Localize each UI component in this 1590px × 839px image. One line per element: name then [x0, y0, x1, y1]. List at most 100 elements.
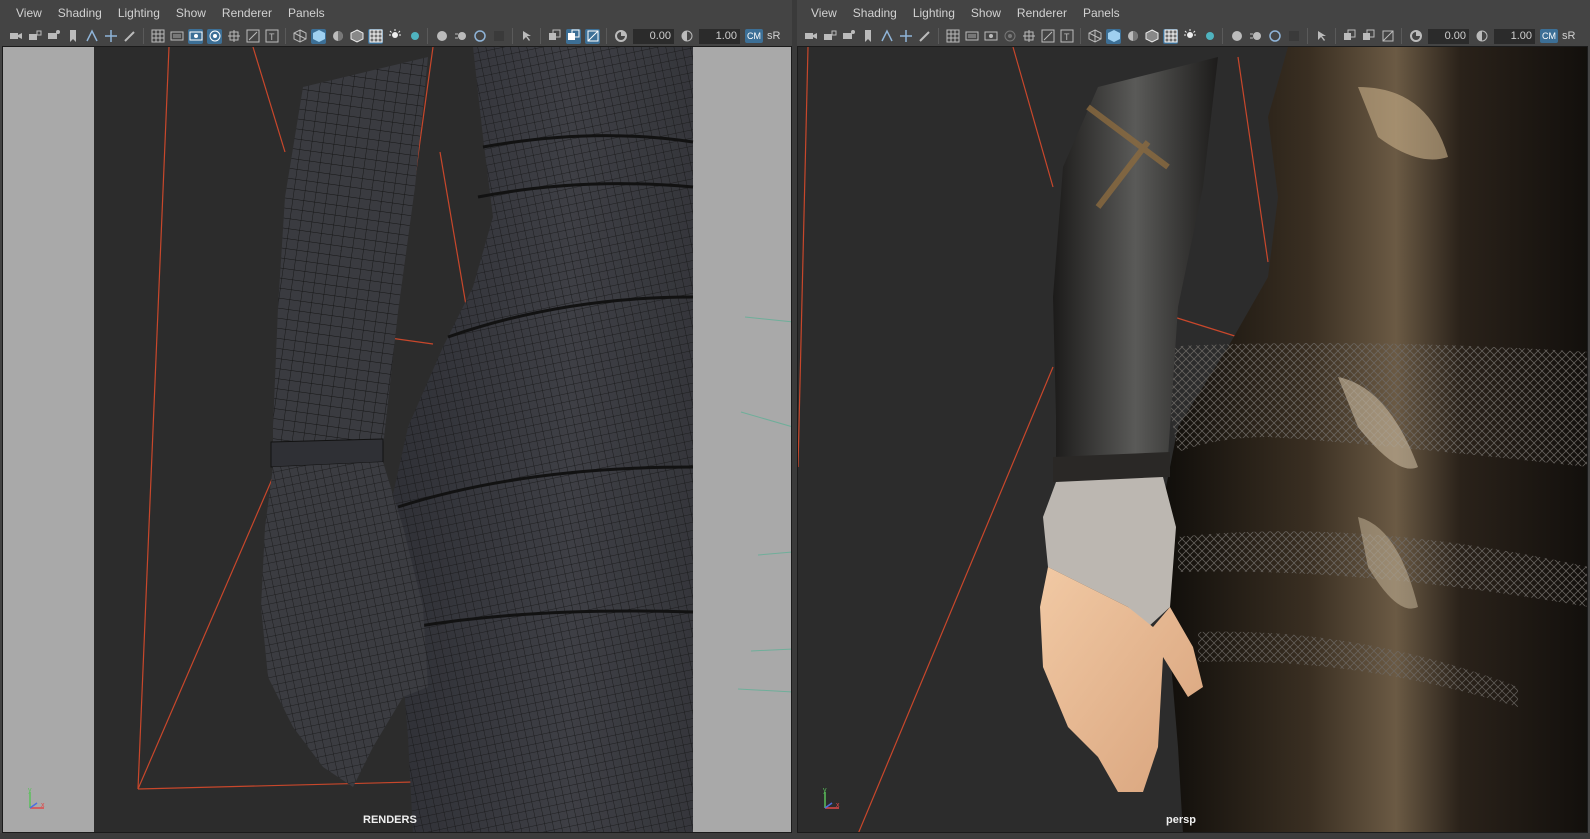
grease-pencil-icon[interactable] — [917, 29, 932, 44]
2d-pan-zoom-icon[interactable] — [103, 29, 118, 44]
camera-name-label: RENDERS — [363, 814, 417, 826]
use-all-lights-icon[interactable] — [387, 29, 402, 44]
camera-attributes-icon[interactable] — [841, 29, 856, 44]
viewport-renders[interactable]: y x RENDERS — [2, 46, 792, 833]
toolbar-divider — [1401, 28, 1402, 44]
view-axis-gizmo: y x — [823, 788, 840, 809]
lock-camera-icon[interactable] — [822, 29, 837, 44]
grease-pencil-icon[interactable] — [122, 29, 137, 44]
menu-lighting[interactable]: Lighting — [905, 0, 963, 26]
viewport-persp[interactable]: y x persp — [797, 46, 1588, 833]
view-transform-label[interactable]: sR — [767, 30, 780, 42]
select-camera-icon[interactable] — [8, 29, 23, 44]
2d-pan-zoom-icon[interactable] — [898, 29, 913, 44]
view-axis-gizmo: y x — [28, 788, 45, 809]
field-chart-icon[interactable] — [226, 29, 241, 44]
isolate-select-icon[interactable] — [519, 29, 534, 44]
select-camera-icon[interactable] — [803, 29, 818, 44]
ambient-occlusion-icon[interactable] — [1229, 29, 1244, 44]
axis-y-label: y — [823, 788, 827, 794]
view-transform-label[interactable]: sR — [1562, 30, 1575, 42]
smooth-shade-icon[interactable] — [1106, 28, 1121, 44]
svg-text:T: T — [1064, 32, 1070, 42]
menu-renderer[interactable]: Renderer — [1009, 0, 1075, 26]
film-gate-icon[interactable] — [169, 29, 184, 44]
lock-camera-icon[interactable] — [27, 29, 42, 44]
grid-icon[interactable] — [150, 29, 165, 44]
exposure-icon[interactable] — [613, 29, 628, 44]
menu-lighting[interactable]: Lighting — [110, 0, 168, 26]
toolbar-divider — [1222, 28, 1223, 44]
menu-shading[interactable]: Shading — [50, 0, 110, 26]
film-gate-icon[interactable] — [964, 29, 979, 44]
wireframe-on-shaded-icon[interactable] — [349, 29, 364, 44]
wireframe-on-shaded-icon[interactable] — [1144, 29, 1159, 44]
toolbar-divider — [143, 28, 144, 44]
isolate-select-icon[interactable] — [1314, 29, 1329, 44]
field-chart-icon[interactable] — [1021, 29, 1036, 44]
color-management-toggle[interactable]: CM — [1540, 29, 1558, 43]
bookmark-icon[interactable] — [65, 29, 80, 44]
gate-mask-icon[interactable] — [207, 28, 222, 44]
use-all-lights-icon[interactable] — [1182, 29, 1197, 44]
menu-show[interactable]: Show — [168, 0, 214, 26]
motion-blur-icon[interactable] — [1248, 29, 1263, 44]
ambient-occlusion-icon[interactable] — [434, 29, 449, 44]
xray-joints-icon[interactable] — [566, 28, 581, 44]
panel-toolbar: T 0.00 1.00 CM sR — [2, 26, 792, 46]
resolution-gate-icon[interactable] — [983, 29, 998, 44]
safe-action-icon[interactable] — [1040, 29, 1055, 44]
panel-toolbar: T 0.00 1.00 CM sR — [797, 26, 1588, 46]
default-material-icon[interactable] — [1125, 29, 1140, 44]
menu-panels[interactable]: Panels — [1075, 0, 1128, 26]
menu-shading[interactable]: Shading — [845, 0, 905, 26]
anti-aliasing-icon[interactable] — [472, 29, 487, 44]
xray-components-icon[interactable] — [1380, 29, 1395, 44]
resolution-gate-icon[interactable] — [188, 28, 203, 44]
gamma-field[interactable]: 1.00 — [1494, 28, 1535, 44]
bookmark-icon[interactable] — [860, 29, 875, 44]
smooth-shade-icon[interactable] — [311, 28, 326, 44]
menu-view[interactable]: View — [8, 0, 50, 26]
gate-mask-icon[interactable] — [1002, 29, 1017, 44]
default-material-icon[interactable] — [330, 29, 345, 44]
axis-x-label: x — [836, 802, 840, 809]
wireframe-icon[interactable] — [1087, 29, 1102, 44]
xray-icon[interactable] — [1342, 29, 1357, 44]
toolbar-divider — [512, 28, 513, 44]
textured-scene — [798, 47, 1587, 832]
toolbar-divider — [285, 28, 286, 44]
image-plane-icon[interactable] — [84, 29, 99, 44]
depth-of-field-icon[interactable] — [1286, 29, 1301, 44]
xray-icon[interactable] — [547, 29, 562, 44]
shadows-icon[interactable] — [406, 29, 421, 44]
toolbar-divider — [1080, 28, 1081, 44]
safe-title-icon[interactable]: T — [264, 29, 279, 44]
safe-action-icon[interactable] — [245, 29, 260, 44]
motion-blur-icon[interactable] — [453, 29, 468, 44]
textured-icon[interactable] — [1163, 28, 1178, 44]
gamma-field[interactable]: 1.00 — [699, 28, 740, 44]
anti-aliasing-icon[interactable] — [1267, 29, 1282, 44]
menu-renderer[interactable]: Renderer — [214, 0, 280, 26]
xray-components-icon[interactable] — [585, 28, 600, 44]
exposure-field[interactable]: 0.00 — [1428, 28, 1469, 44]
textured-icon[interactable] — [368, 28, 383, 44]
camera-attributes-icon[interactable] — [46, 29, 61, 44]
gamma-icon[interactable] — [679, 29, 694, 44]
shadows-icon[interactable] — [1201, 29, 1216, 44]
safe-title-icon[interactable]: T — [1059, 29, 1074, 44]
grid-icon[interactable] — [945, 29, 960, 44]
xray-joints-icon[interactable] — [1361, 29, 1376, 44]
image-plane-icon[interactable] — [879, 29, 894, 44]
bottom-border — [0, 833, 1590, 839]
menu-view[interactable]: View — [803, 0, 845, 26]
depth-of-field-icon[interactable] — [491, 29, 506, 44]
menu-show[interactable]: Show — [963, 0, 1009, 26]
color-management-toggle[interactable]: CM — [745, 29, 763, 43]
exposure-icon[interactable] — [1408, 29, 1423, 44]
menu-panels[interactable]: Panels — [280, 0, 333, 26]
gamma-icon[interactable] — [1474, 29, 1489, 44]
wireframe-icon[interactable] — [292, 29, 307, 44]
exposure-field[interactable]: 0.00 — [633, 28, 674, 44]
